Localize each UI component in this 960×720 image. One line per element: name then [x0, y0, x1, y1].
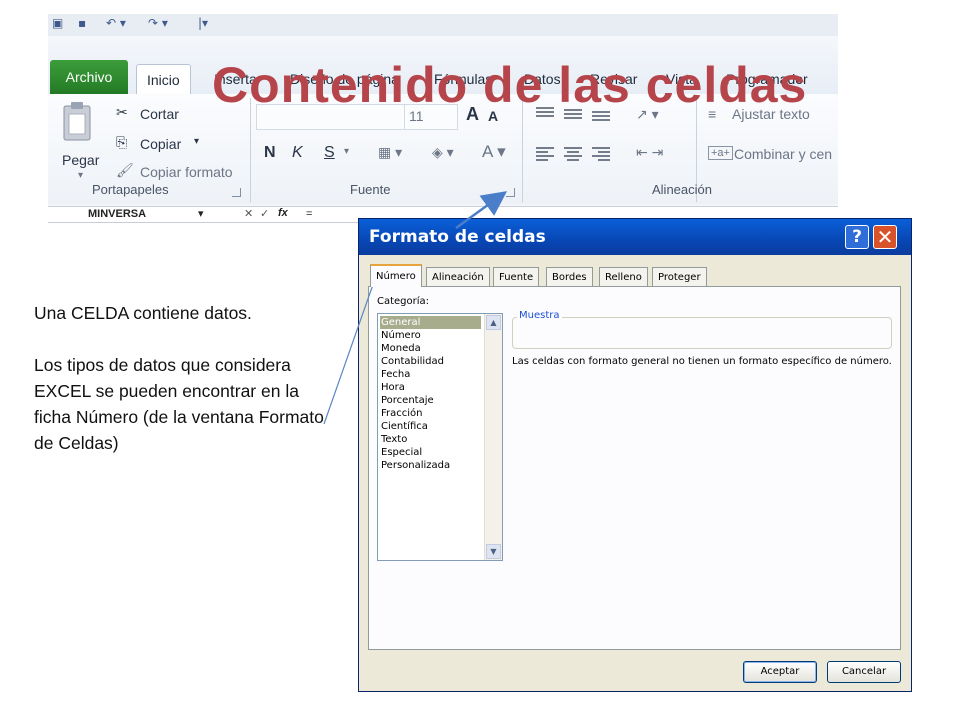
tab-numero[interactable]: Número [370, 264, 422, 287]
arrow-to-number-tab [323, 275, 377, 425]
arrow-to-font-launcher [455, 191, 508, 230]
annotation-arrows [323, 191, 508, 425]
